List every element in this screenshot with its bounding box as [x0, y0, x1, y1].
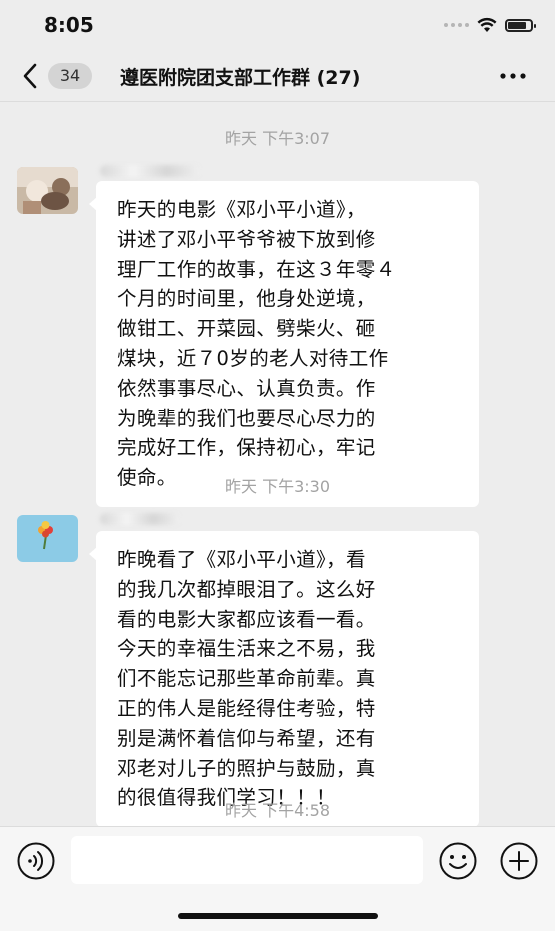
chat-input-bar: [0, 826, 555, 931]
more-options-icon[interactable]: [499, 66, 527, 86]
sender-name-blurred: [100, 165, 200, 177]
chat-title: 遵医附院团支部工作群 (27): [120, 67, 361, 89]
emoji-icon[interactable]: [438, 841, 478, 881]
battery-icon: [505, 18, 536, 32]
sender-avatar[interactable]: [17, 167, 78, 214]
chat-header: 34 遵医附院团支部工作群 (27): [0, 50, 555, 102]
status-time: 8:05: [44, 13, 94, 37]
message-bubble[interactable]: 昨晚看了《邓小平小道》，看 的我几次都掉眼泪了。这么好 看的电影大家都应该看一看…: [89, 531, 479, 828]
flower-avatar-icon: [17, 515, 78, 562]
signal-icon: [444, 23, 469, 27]
message-input[interactable]: [71, 836, 423, 884]
home-indicator[interactable]: [178, 913, 378, 919]
message-timestamp: 昨天 下午3:30: [224, 477, 331, 496]
sender-name-blurred: [100, 513, 180, 525]
unread-count-badge[interactable]: 34: [48, 63, 92, 89]
wifi-icon: [477, 17, 497, 32]
status-bar: 8:05: [0, 0, 555, 50]
photo-avatar-icon: [17, 167, 78, 214]
message-bubble[interactable]: 昨天的电影《邓小平小道》， 讲述了邓小平爷爷被下放到修 理厂工作的故事，在这３年…: [89, 181, 479, 507]
status-icons: [444, 17, 536, 33]
message-timestamp: 昨天 下午4:58: [224, 801, 331, 820]
voice-icon[interactable]: [16, 841, 56, 881]
sender-avatar[interactable]: [17, 515, 78, 562]
plus-icon[interactable]: [499, 841, 539, 881]
message-timestamp: 昨天 下午3:07: [224, 129, 331, 148]
back-arrow-icon[interactable]: [20, 61, 42, 91]
message-list[interactable]: 昨天 下午3:07 昨天的电影《邓小平小道》， 讲述了邓小平爷爷被下放到修 理厂…: [0, 103, 555, 828]
